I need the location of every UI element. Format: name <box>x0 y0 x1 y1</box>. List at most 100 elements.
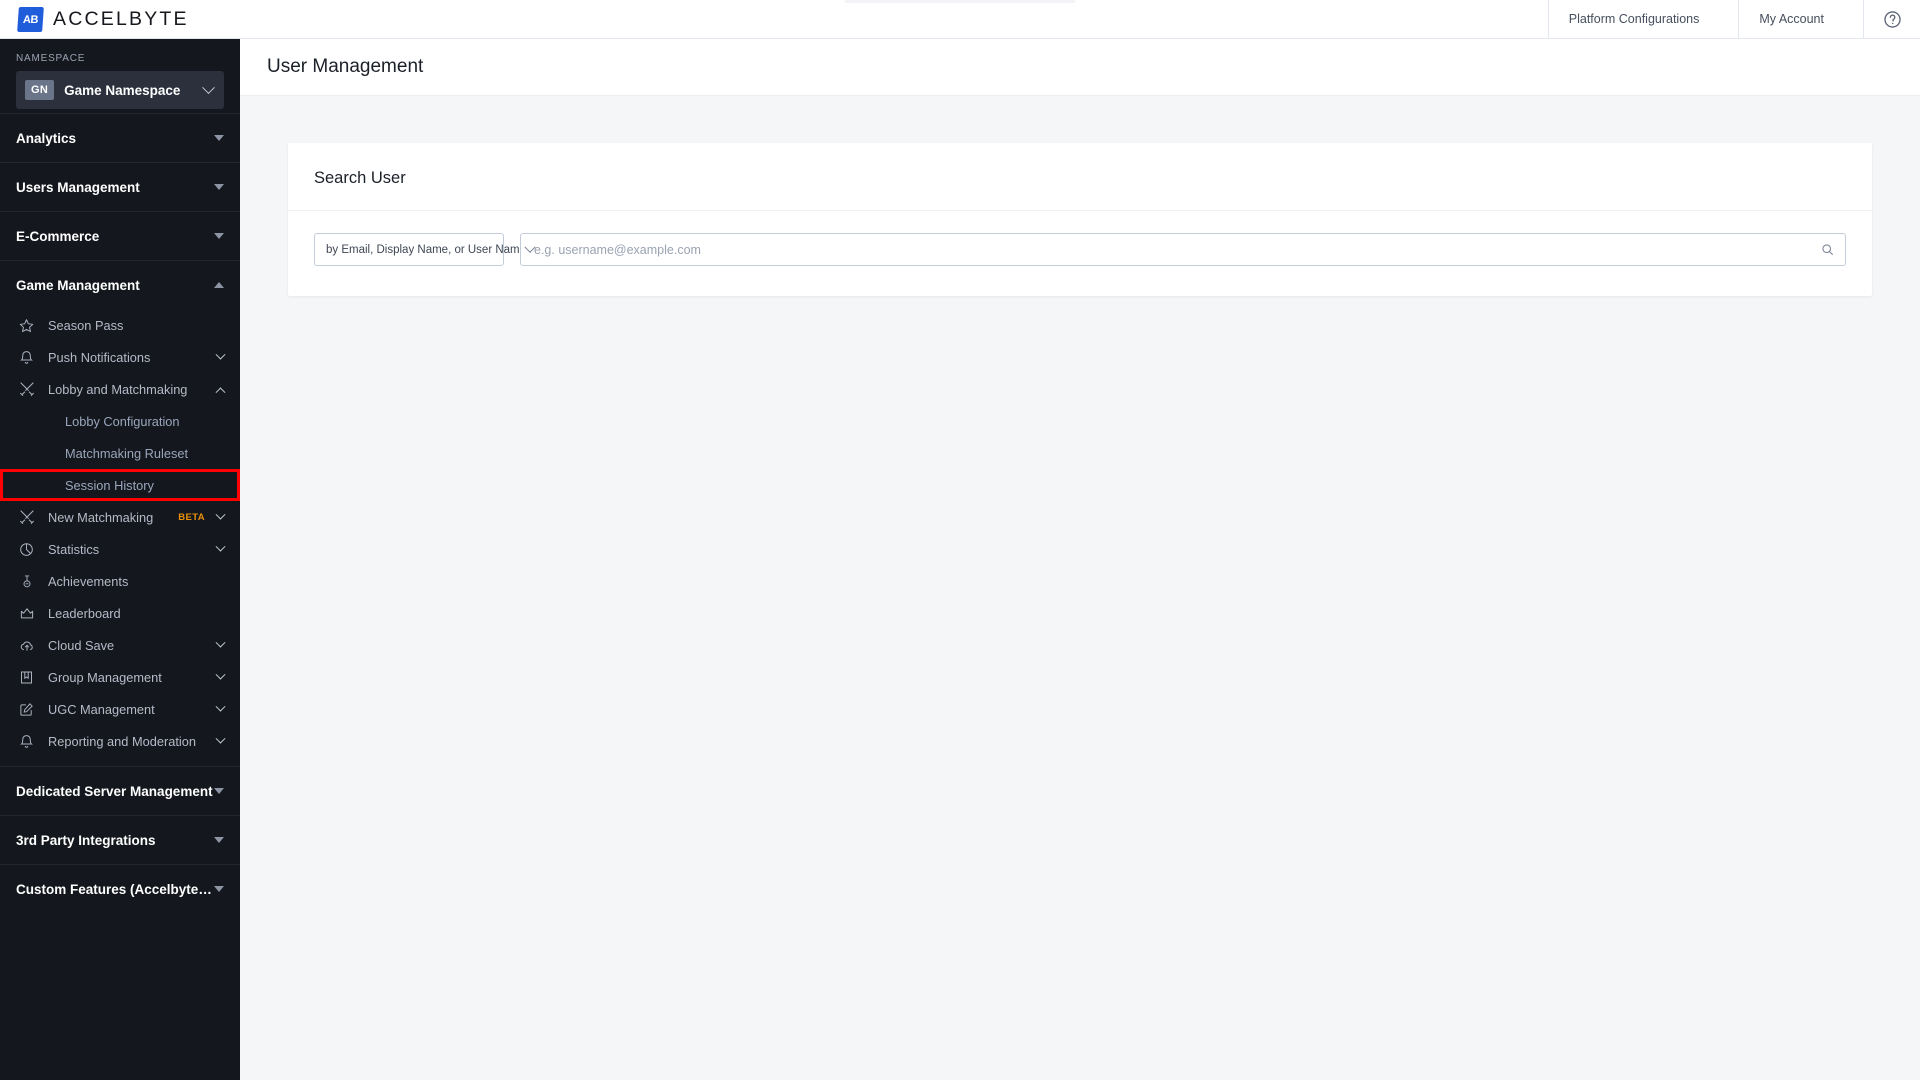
sidebar-item-statistics[interactable]: Statistics <box>0 533 240 565</box>
sidebar-section-label: Users Management <box>16 179 140 195</box>
sidebar-section-label: Analytics <box>16 130 77 146</box>
page-title: User Management <box>267 56 424 77</box>
caret-down-icon <box>214 184 224 190</box>
namespace-label: NAMESPACE <box>16 53 86 64</box>
search-filter-select[interactable]: by Email, Display Name, or User Name <box>314 233 536 266</box>
search-input-wrapper[interactable] <box>520 233 1846 266</box>
namespace-badge: GN <box>25 80 55 100</box>
sidebar-section-analytics[interactable]: Analytics <box>0 113 240 162</box>
sidebar-item-label: Leaderboard <box>48 605 121 621</box>
platform-configurations-label: Platform Configurations <box>1568 12 1700 26</box>
sidebar-item-cloud-save[interactable]: Cloud Save <box>0 629 240 661</box>
chevron-down-icon <box>215 349 226 360</box>
search-user-card: Search User by Email, Display Name, or U… <box>288 143 1872 296</box>
brand-wordmark: ACCELBYTE <box>53 7 189 30</box>
help-button[interactable] <box>1863 0 1920 38</box>
chevron-down-icon <box>215 541 226 552</box>
sidebar-section-3rd-party-integrations[interactable]: 3rd Party Integrations <box>0 815 240 864</box>
sidebar-item-label: Statistics <box>48 541 100 557</box>
sidebar-item-ugc-management[interactable]: UGC Management <box>0 693 240 725</box>
help-circle-icon <box>1883 10 1901 28</box>
search-input[interactable] <box>534 242 1821 257</box>
sidebar-section-label: Custom Features (Accelbyte In... <box>16 881 214 897</box>
caret-down-icon <box>214 886 224 892</box>
sidebar-item-label: Reporting and Moderation <box>48 733 196 749</box>
sidebar-subitem-session-history[interactable]: Session History <box>0 469 240 501</box>
chevron-down-icon <box>215 733 226 744</box>
main-content: User Management Search User by Email, Di… <box>240 39 1920 1080</box>
sidebar-item-label: Season Pass <box>48 317 124 333</box>
sidebar-subitem-label: Lobby Configuration <box>65 413 180 429</box>
chevron-down-icon <box>215 509 226 520</box>
pie-chart-icon <box>17 540 36 559</box>
my-account-menu[interactable]: My Account <box>1738 0 1863 38</box>
brand-logo[interactable]: ACCELBYTE <box>0 0 240 38</box>
chevron-down-icon <box>215 637 226 648</box>
edit-square-icon <box>17 700 36 719</box>
sidebar-section-dedicated-server-management[interactable]: Dedicated Server Management <box>0 766 240 815</box>
swords-icon <box>17 508 36 527</box>
sidebar-section-game-management[interactable]: Game Management <box>0 260 240 309</box>
sidebar-item-label: Push Notifications <box>48 349 151 365</box>
sidebar-subitem-label: Matchmaking Ruleset <box>65 445 189 461</box>
crown-icon <box>17 604 36 623</box>
my-account-label: My Account <box>1759 12 1824 26</box>
sidebar-item-leaderboard[interactable]: Leaderboard <box>0 597 240 629</box>
sidebar-section-label: Dedicated Server Management <box>16 783 213 799</box>
star-icon <box>17 316 36 335</box>
sidebar-item-label: Lobby and Matchmaking <box>48 381 188 397</box>
sidebar-item-label: Group Management <box>48 669 162 685</box>
group-banner-icon <box>17 668 36 687</box>
sidebar-section-custom-features[interactable]: Custom Features (Accelbyte In... <box>0 864 240 913</box>
sidebar-subitem-matchmaking-ruleset[interactable]: Matchmaking Ruleset <box>0 437 240 469</box>
sidebar-item-label: New Matchmaking <box>48 509 154 525</box>
platform-configurations-menu[interactable]: Platform Configurations <box>1547 0 1739 38</box>
search-filter-value: by Email, Display Name, or User Name <box>326 243 527 256</box>
medal-icon <box>17 572 36 591</box>
sidebar-item-push-notifications[interactable]: Push Notifications <box>0 341 240 373</box>
namespace-block: NAMESPACE GN Game Namespace <box>0 39 240 113</box>
cloud-upload-icon <box>17 636 36 655</box>
beta-badge: BETA <box>178 511 205 523</box>
sidebar-item-label: UGC Management <box>48 701 155 717</box>
bell-icon <box>17 732 36 751</box>
sidebar-subitem-lobby-configuration[interactable]: Lobby Configuration <box>0 405 240 437</box>
caret-up-icon <box>214 282 224 288</box>
card-body: by Email, Display Name, or User Name <box>288 211 1872 266</box>
card-header: Search User <box>288 143 1872 211</box>
sidebar-item-new-matchmaking[interactable]: New Matchmaking BETA <box>0 501 240 533</box>
sidebar-item-lobby-and-matchmaking[interactable]: Lobby and Matchmaking <box>0 373 240 405</box>
sidebar-section-label: Game Management <box>16 277 140 293</box>
chevron-up-icon <box>215 386 226 397</box>
sidebar-subitem-label: Session History <box>65 477 154 493</box>
sidebar-section-users-management[interactable]: Users Management <box>0 162 240 211</box>
top-bar-right: Platform Configurations My Account <box>1547 0 1920 38</box>
sidebar-item-group-management[interactable]: Group Management <box>0 661 240 693</box>
sidebar-section-e-commerce[interactable]: E-Commerce <box>0 211 240 260</box>
sidebar-item-reporting-and-moderation[interactable]: Reporting and Moderation <box>0 725 240 757</box>
accelbyte-logo-icon <box>17 6 44 32</box>
sidebar-item-season-pass[interactable]: Season Pass <box>0 309 240 341</box>
sidebar: NAMESPACE GN Game Namespace Analytics Us… <box>0 39 240 1080</box>
bell-icon <box>17 348 36 367</box>
namespace-name: Game Namespace <box>64 82 181 98</box>
swords-icon <box>17 380 36 399</box>
caret-down-icon <box>214 233 224 239</box>
namespace-selector[interactable]: GN Game Namespace <box>16 71 224 109</box>
sidebar-item-label: Cloud Save <box>48 637 115 653</box>
chevron-down-icon <box>202 80 215 94</box>
sidebar-section-label: 3rd Party Integrations <box>16 832 156 848</box>
page-header: User Management <box>240 39 1920 96</box>
chevron-down-icon <box>215 701 226 712</box>
caret-down-icon <box>214 788 224 794</box>
card-title: Search User <box>314 169 406 187</box>
search-icon[interactable] <box>1821 243 1834 256</box>
caret-down-icon <box>214 837 224 843</box>
top-progress-sliver <box>845 0 1075 3</box>
sidebar-item-label: Achievements <box>48 573 129 589</box>
chevron-down-icon <box>215 669 226 680</box>
sidebar-item-achievements[interactable]: Achievements <box>0 565 240 597</box>
sidebar-section-label: E-Commerce <box>16 228 100 244</box>
caret-down-icon <box>214 135 224 141</box>
top-bar: ACCELBYTE Platform Configurations My Acc… <box>0 0 1920 39</box>
